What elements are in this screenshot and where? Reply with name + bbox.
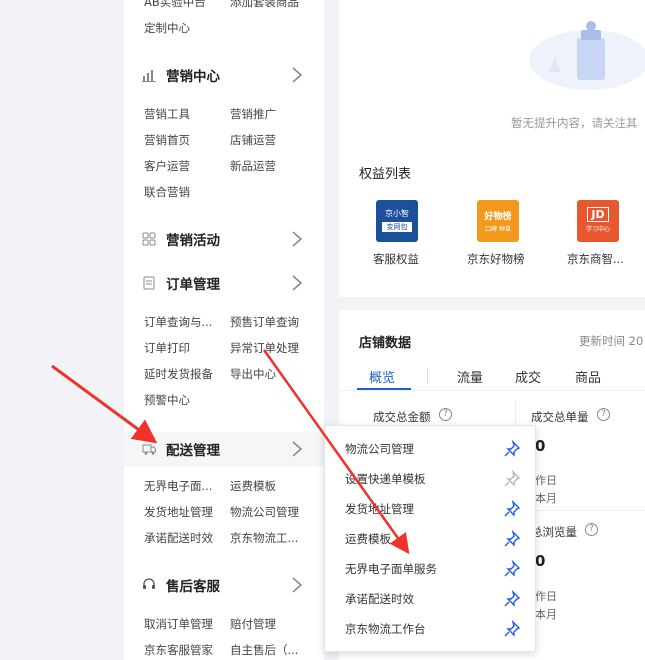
sidebar-item-delayed-shipping[interactable]: 延时发货报备: [144, 366, 226, 382]
sidebar-item-new-product-operation[interactable]: 新品运营: [230, 158, 312, 174]
sidebar-menu: AB实验中台 添加套装商品 定制中心 营销中心 营销工具 营销推广 营销首页 店…: [124, 0, 324, 660]
submenu-item-delivery-promise[interactable]: 承诺配送时效: [325, 584, 535, 614]
pin-icon[interactable]: [503, 470, 521, 488]
benefit-icon: 京小智 变网包: [376, 200, 418, 242]
submenu-item-waybill-service[interactable]: 无界电子面单服务: [325, 554, 535, 584]
submenu-item-logistics-company[interactable]: 物流公司管理: [325, 434, 535, 464]
section-title: 营销活动: [166, 233, 220, 249]
empty-state-text: 暂无提升内容，请关注其: [511, 116, 638, 130]
section-header-after-sales[interactable]: 售后客服: [124, 572, 324, 598]
submenu-item-jd-logistics-workbench[interactable]: 京东物流工作台: [325, 614, 535, 644]
tab-products[interactable]: 商品: [575, 367, 601, 386]
chevron-right-icon: [292, 577, 303, 593]
sidebar-item-customer-service-manager[interactable]: 京东客服管家: [144, 642, 226, 658]
tab-traffic[interactable]: 流量: [457, 367, 483, 386]
sidebar-item-marketing-tools[interactable]: 营销工具: [144, 106, 226, 122]
truck-icon: [142, 444, 156, 455]
tab-divider: [427, 368, 428, 384]
submenu-item-express-template[interactable]: 设置快递单模板: [325, 464, 535, 494]
sidebar-item-add-bundle[interactable]: 添加套装商品: [230, 0, 312, 10]
sidebar-item-order-query[interactable]: 订单查询与...: [144, 314, 226, 330]
sidebar-item-joint-marketing[interactable]: 联合营销: [144, 184, 226, 200]
sidebar-item-customer-operation[interactable]: 客户运营: [144, 158, 226, 174]
metric-pageviews-yesterday: 作日: [535, 590, 557, 603]
pin-icon[interactable]: [503, 620, 521, 638]
bar-chart-icon: [142, 70, 156, 82]
benefit-item-customer-service[interactable]: 京小智 变网包 客服权益: [357, 198, 437, 268]
tabs-baseline: [339, 390, 645, 391]
sidebar-item-jd-logistics[interactable]: 京东物流工...: [230, 530, 312, 546]
sidebar-item-logistics-company[interactable]: 物流公司管理: [230, 504, 312, 520]
sidebar-item-export-center[interactable]: 导出中心: [230, 366, 312, 382]
sidebar-item-freight-template[interactable]: 运费模板: [230, 478, 312, 494]
sidebar-item-ab-test[interactable]: AB实验中台: [144, 0, 226, 10]
store-data-title: 店铺数据: [359, 336, 412, 351]
metric-pageviews-label: 总浏览量: [531, 525, 577, 539]
section-header-marketing-activity[interactable]: 营销活动: [124, 226, 324, 252]
chevron-right-icon: [292, 231, 303, 247]
benefit-label: 客服权益: [373, 252, 419, 266]
sidebar-item-waybill-service[interactable]: 无界电子面...: [144, 478, 226, 494]
sidebar-item-marketing-home[interactable]: 营销首页: [144, 132, 226, 148]
grid-icon: [142, 232, 156, 246]
sidebar-item-delivery-promise[interactable]: 承诺配送时效: [144, 530, 226, 546]
update-time: 更新时间 20: [579, 334, 644, 348]
headset-icon: [143, 578, 155, 589]
pin-icon[interactable]: [503, 530, 521, 548]
metric-orders-month: 本月: [535, 492, 557, 505]
sidebar-item-alert-center[interactable]: 预警中心: [144, 392, 226, 408]
section-header-marketing-center[interactable]: 营销中心: [124, 62, 324, 88]
benefit-icon: 好物榜 口碑 种草: [477, 200, 519, 242]
submenu-item-shipping-address[interactable]: 发货地址管理: [325, 494, 535, 524]
metric-pageviews-value: 0: [535, 552, 546, 570]
left-background: [0, 0, 124, 660]
sidebar-item-custom-center[interactable]: 定制中心: [144, 20, 226, 36]
sidebar-item-marketing-promotion[interactable]: 营销推广: [230, 106, 312, 122]
metric-orders-yesterday: 作日: [535, 474, 557, 487]
benefits-title: 权益列表: [359, 167, 412, 182]
chevron-right-icon: [292, 441, 303, 457]
sidebar-item-presale-order-query[interactable]: 预售订单查询: [230, 314, 312, 330]
empty-state-illustration: [529, 21, 645, 90]
metric-orders-value: 0: [535, 437, 546, 455]
sidebar-item-compensation[interactable]: 赔付管理: [230, 616, 312, 632]
section-header-order-management[interactable]: 订单管理: [124, 270, 324, 296]
sidebar-item-store-operation[interactable]: 店铺运营: [230, 132, 312, 148]
tab-transaction[interactable]: 成交: [515, 367, 541, 386]
section-title: 订单管理: [166, 277, 220, 293]
metric-pageviews-month: 本月: [535, 608, 557, 621]
metric-gmv-label: 成交总金额: [373, 410, 431, 424]
document-icon: [143, 276, 155, 290]
benefits-card: 暂无提升内容，请关注其 权益列表 京小智 变网包 客服权益 好物榜 口碑 种草 …: [339, 0, 645, 297]
delivery-submenu-popup: 物流公司管理 设置快递单模板 发货地址管理 运费模板 无界电子面单服务 承诺配送…: [324, 425, 536, 652]
benefit-item-good-products[interactable]: 好物榜 口碑 种草 京东好物榜: [457, 198, 537, 268]
submenu-item-freight-template[interactable]: 运费模板: [325, 524, 535, 554]
benefit-icon: JD 学习中心: [577, 200, 619, 242]
help-icon[interactable]: ?: [439, 408, 452, 421]
sidebar-item-shipping-address[interactable]: 发货地址管理: [144, 504, 226, 520]
section-title: 配送管理: [166, 443, 220, 459]
section-header-delivery-management[interactable]: 配送管理: [124, 432, 324, 466]
help-icon[interactable]: ?: [597, 408, 610, 421]
benefit-label: 京东好物榜: [467, 252, 525, 266]
section-title: 售后客服: [166, 579, 220, 595]
benefit-item-jd-shangzhi[interactable]: JD 学习中心 京东商智...: [557, 198, 645, 268]
chevron-right-icon: [292, 275, 303, 291]
sidebar-item-cancel-order[interactable]: 取消订单管理: [144, 616, 226, 632]
pin-icon[interactable]: [503, 590, 521, 608]
pin-icon[interactable]: [503, 500, 521, 518]
section-title: 营销中心: [166, 69, 220, 85]
sidebar-item-order-print[interactable]: 订单打印: [144, 340, 226, 356]
pin-icon[interactable]: [503, 560, 521, 578]
pin-icon[interactable]: [503, 440, 521, 458]
sidebar-item-abnormal-order[interactable]: 异常订单处理: [230, 340, 312, 356]
sidebar-item-self-after-sales[interactable]: 自主售后（...: [230, 642, 312, 658]
tab-overview[interactable]: 概览: [369, 367, 395, 386]
benefit-label: 京东商智...: [567, 252, 624, 266]
metric-orders-label: 成交总单量: [531, 410, 589, 424]
help-icon[interactable]: ?: [585, 523, 598, 536]
chevron-right-icon: [292, 67, 303, 83]
